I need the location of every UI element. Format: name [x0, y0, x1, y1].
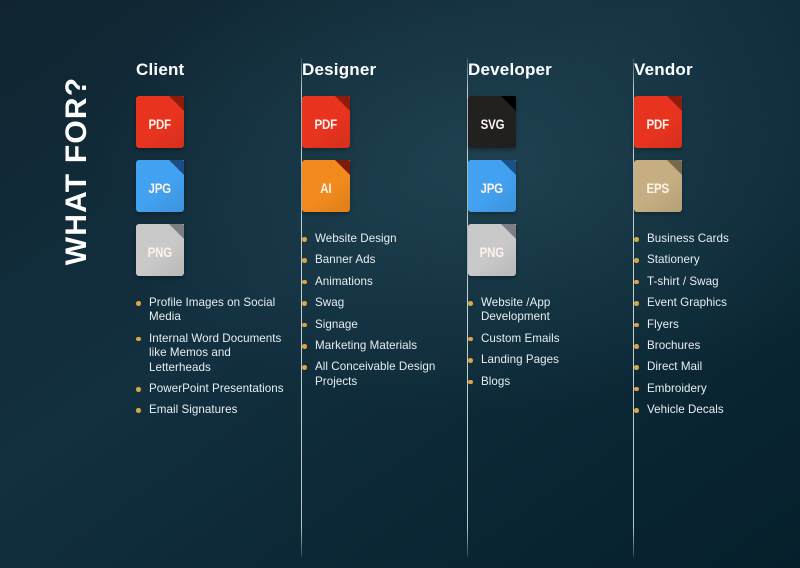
list-item: Vehicle Decals — [634, 403, 784, 417]
file-icon-label: SVG — [480, 116, 504, 132]
list-item: T-shirt / Swag — [634, 275, 784, 289]
list-item: Custom Emails — [468, 332, 618, 346]
file-icon-group: PDF AI — [302, 96, 452, 212]
folded-corner-icon — [169, 160, 184, 175]
file-icon-group: PDF EPS — [634, 96, 784, 212]
folded-corner-icon — [335, 96, 350, 111]
file-icon-png[interactable]: PNG — [468, 224, 516, 276]
list-item: Embroidery — [634, 382, 784, 396]
column-vendor: Vendor PDF EPS Business Cards Stationery T-sh… — [634, 0, 800, 568]
list-item: Event Graphics — [634, 296, 784, 310]
list-item: Brochures — [634, 339, 784, 353]
folded-corner-icon — [501, 96, 516, 111]
column-title: Designer — [302, 60, 377, 79]
columns-container: Client PDF JPG PNG Profile Images on Social … — [136, 0, 800, 568]
feature-list: Website /App Development Custom Emails Lan… — [468, 296, 618, 389]
column-designer: Designer PDF AI Website Design Banner Ads Ani… — [302, 0, 468, 568]
file-icon-label: AI — [320, 180, 332, 196]
file-icon-pdf[interactable]: PDF — [302, 96, 350, 148]
file-icon-label: PNG — [479, 244, 505, 260]
file-icon-label: PDF — [314, 116, 338, 132]
list-item: Profile Images on Social Media — [136, 296, 286, 325]
infographic-canvas: WHAT FOR? Client PDF JPG PNG Profile Images … — [0, 0, 800, 568]
file-icon-pdf[interactable]: PDF — [634, 96, 682, 148]
list-item: Blogs — [468, 375, 618, 389]
list-item: Signage — [302, 318, 452, 332]
file-icon-png[interactable]: PNG — [136, 224, 184, 276]
list-item: Website /App Development — [468, 296, 618, 325]
column-title: Developer — [468, 60, 553, 79]
file-icon-label: EPS — [646, 180, 670, 196]
file-icon-label: JPG — [148, 180, 172, 196]
list-item: Email Signatures — [136, 403, 286, 417]
list-item: Flyers — [634, 318, 784, 332]
feature-list: Business Cards Stationery T-shirt / Swag Ev… — [634, 232, 784, 418]
column-client: Client PDF JPG PNG Profile Images on Social … — [136, 0, 302, 568]
folded-corner-icon — [667, 160, 682, 175]
feature-list: Profile Images on Social Media Internal W… — [136, 296, 286, 418]
file-icon-label: PDF — [148, 116, 172, 132]
folded-corner-icon — [667, 96, 682, 111]
feature-list: Website Design Banner Ads Animations Swag Si… — [302, 232, 452, 389]
file-icon-label: PNG — [147, 244, 173, 260]
folded-corner-icon — [501, 224, 516, 239]
file-icon-eps[interactable]: EPS — [634, 160, 682, 212]
file-icon-jpg[interactable]: JPG — [136, 160, 184, 212]
folded-corner-icon — [335, 160, 350, 175]
file-icon-group: PDF JPG PNG — [136, 96, 286, 276]
file-icon-group: SVG JPG PNG — [468, 96, 618, 276]
list-item: Website Design — [302, 232, 452, 246]
list-item: PowerPoint Presentations — [136, 382, 286, 396]
list-item: Marketing Materials — [302, 339, 452, 353]
file-icon-ai[interactable]: AI — [302, 160, 350, 212]
file-icon-svg[interactable]: SVG — [468, 96, 516, 148]
list-item: Stationery — [634, 253, 784, 267]
list-item: Landing Pages — [468, 353, 618, 367]
page-title: WHAT FOR? — [60, 76, 93, 266]
file-icon-jpg[interactable]: JPG — [468, 160, 516, 212]
column-title: Client — [136, 60, 185, 79]
vertical-title-container: WHAT FOR? — [46, 46, 108, 296]
file-icon-pdf[interactable]: PDF — [136, 96, 184, 148]
column-developer: Developer SVG JPG PNG Website /App Developme… — [468, 0, 634, 568]
column-title: Vendor — [634, 60, 693, 79]
list-item: Business Cards — [634, 232, 784, 246]
folded-corner-icon — [501, 160, 516, 175]
file-icon-label: PDF — [646, 116, 670, 132]
list-item: Animations — [302, 275, 452, 289]
list-item: Direct Mail — [634, 360, 784, 374]
list-item: Banner Ads — [302, 253, 452, 267]
list-item: All Conceivable Design Projects — [302, 360, 452, 389]
file-icon-label: JPG — [480, 180, 504, 196]
folded-corner-icon — [169, 96, 184, 111]
list-item: Internal Word Documents like Memos and L… — [136, 332, 286, 375]
list-item: Swag — [302, 296, 452, 310]
folded-corner-icon — [169, 224, 184, 239]
